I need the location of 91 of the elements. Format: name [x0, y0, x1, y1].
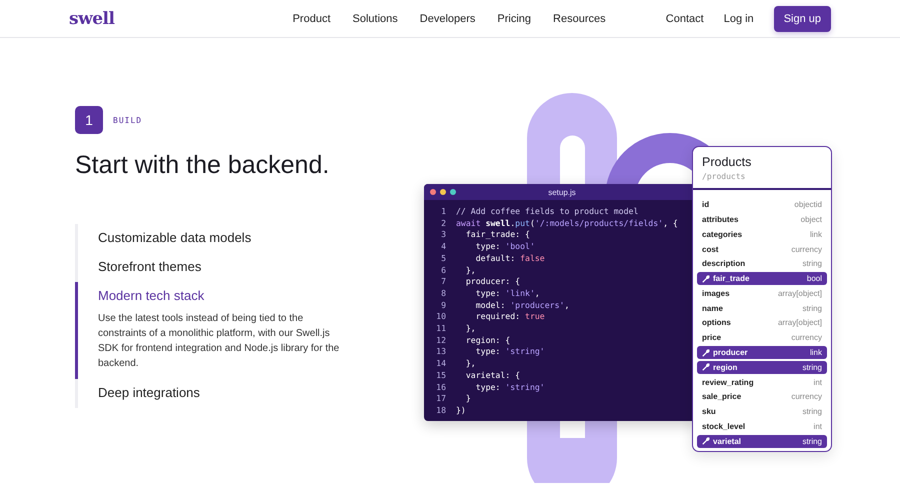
- field-name: varietal: [713, 436, 742, 446]
- field-type: currency: [791, 333, 822, 342]
- field-type: string: [802, 304, 822, 313]
- feature-tab[interactable]: Deep integrations: [98, 385, 355, 400]
- field-type: int: [814, 422, 822, 431]
- code-line: varietal: {: [464, 370, 520, 382]
- nav-link[interactable]: Product: [292, 12, 331, 24]
- feature-tab[interactable]: Storefront themes: [98, 259, 355, 274]
- line-number: 6: [440, 264, 446, 276]
- field-name: sale_price: [702, 392, 742, 402]
- line-number: 14: [435, 358, 446, 370]
- section-heading: Start with the backend.: [75, 151, 330, 180]
- line-number: 18: [435, 404, 446, 417]
- model-title: Products: [702, 155, 752, 169]
- line-number: 10: [435, 311, 446, 324]
- feature-tab[interactable]: Modern tech stack: [98, 288, 355, 303]
- code-line: },: [464, 358, 476, 370]
- line-number: 1: [440, 206, 446, 218]
- field-name: fair_trade: [713, 274, 750, 284]
- field-type: currency: [791, 392, 822, 402]
- field-name: attributes: [702, 214, 738, 224]
- logo[interactable]: swell: [69, 8, 114, 28]
- code-line: // Add coffee fields to product model: [456, 206, 638, 218]
- code-line: type: 'link',: [474, 288, 540, 300]
- line-number: 9: [440, 300, 446, 312]
- line-number: 5: [440, 252, 446, 265]
- code-line: },: [464, 323, 476, 335]
- code-line: await swell.put('/:models/products/fields', {: [456, 218, 678, 230]
- field-type: objectid: [794, 200, 822, 210]
- field-name: producer: [713, 348, 748, 357]
- step-label: BUILD: [113, 116, 142, 124]
- line-number: 17: [435, 393, 446, 405]
- field-name: images: [702, 288, 730, 298]
- field-type: string: [802, 407, 822, 416]
- feature-description: Use the latest tools instead of being tied to the constraints of a monolithic platform, with our Swell.js SDK for frontend integration and Node.js library for the backend.: [98, 312, 340, 371]
- field-name: price: [702, 333, 722, 342]
- line-number: 7: [440, 276, 446, 288]
- nav-link[interactable]: Solutions: [352, 12, 398, 24]
- code-line: required: true: [474, 311, 545, 324]
- field-type: string: [802, 436, 822, 446]
- field-type: object: [800, 214, 822, 224]
- nav-link[interactable]: Resources: [553, 12, 606, 24]
- code-line: default: false: [474, 252, 545, 265]
- code-line: }: [464, 393, 471, 405]
- field-type: link: [810, 348, 822, 357]
- field-name: categories: [702, 230, 742, 239]
- line-number: 11: [435, 323, 446, 335]
- line-number: 16: [435, 382, 446, 394]
- field-name: description: [702, 259, 746, 268]
- field-name: id: [702, 200, 710, 210]
- feature-tab[interactable]: Customizable data models: [98, 230, 355, 245]
- field-name: name: [702, 304, 723, 313]
- line-number: 4: [440, 241, 446, 253]
- line-number: 12: [435, 334, 446, 346]
- field-type: int: [814, 378, 822, 387]
- line-number: 3: [440, 229, 446, 242]
- sign-up-button[interactable]: Sign up: [774, 6, 831, 32]
- nav-link[interactable]: Pricing: [497, 12, 532, 24]
- field-name: cost: [702, 244, 718, 254]
- code-line: }): [456, 404, 466, 417]
- code-line: model: 'producers',: [474, 300, 570, 312]
- field-type: array[object]: [778, 318, 822, 328]
- code-line: producer: {: [464, 276, 520, 288]
- line-number: 8: [440, 288, 446, 300]
- nav-link[interactable]: Log in: [724, 12, 754, 24]
- code-line: region: {: [464, 334, 510, 346]
- code-line: type: 'bool': [474, 241, 535, 253]
- field-name: options: [702, 318, 731, 328]
- code-line: fair_trade: {: [464, 229, 530, 242]
- line-number: 2: [440, 218, 446, 230]
- field-name: review_rating: [702, 378, 754, 387]
- code-line: type: 'string': [474, 346, 545, 358]
- step-number: 1: [75, 106, 103, 134]
- field-type: string: [802, 259, 822, 268]
- field-type: bool: [806, 274, 822, 284]
- field-type: string: [802, 362, 822, 372]
- file-name: setup.js: [547, 188, 577, 196]
- field-type: array[object]: [778, 288, 822, 298]
- field-name: stock_level: [702, 422, 746, 431]
- code-line: type: 'string': [474, 382, 545, 394]
- nav-link[interactable]: Contact: [666, 12, 704, 24]
- field-type: currency: [791, 244, 822, 254]
- line-number: 15: [435, 370, 446, 382]
- line-number: 13: [435, 346, 446, 358]
- nav-link[interactable]: Developers: [420, 12, 476, 24]
- code-line: },: [464, 264, 476, 276]
- window-controls-icon: [430, 189, 456, 195]
- field-type: link: [810, 230, 822, 239]
- field-name: sku: [702, 407, 716, 416]
- field-name: region: [713, 362, 738, 372]
- model-path: /products: [702, 172, 746, 181]
